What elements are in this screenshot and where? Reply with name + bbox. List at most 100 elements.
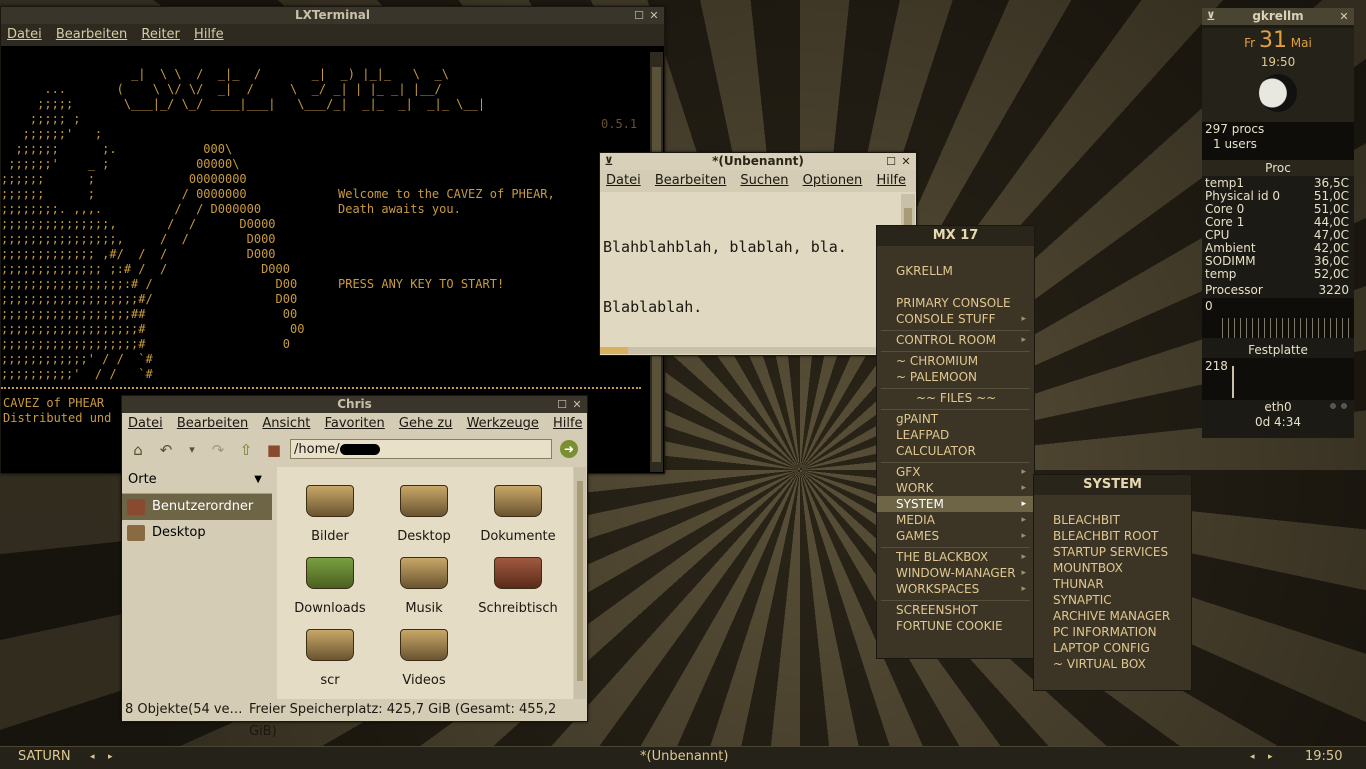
folder-downloads[interactable]: Downloads	[283, 557, 377, 616]
workspace-name[interactable]: SATURN	[18, 747, 71, 767]
folder-bilder[interactable]: Bilder	[283, 485, 377, 544]
menu-item-chromium[interactable]: ~ CHROMIUM	[877, 353, 1034, 369]
go-arrow-icon[interactable]: ➜	[560, 440, 578, 458]
menu-separator	[881, 547, 1030, 548]
leafpad-titlebar[interactable]: ⊻ *(Unbenannt) ☐ ✕	[600, 153, 916, 170]
menu-datei[interactable]: Datei	[128, 416, 163, 431]
submenu-bleachbit-root[interactable]: BLEACHBIT ROOT	[1034, 528, 1191, 544]
maximize-icon[interactable]: ☐	[884, 153, 898, 170]
menu-ansicht[interactable]: Ansicht	[262, 416, 310, 431]
gk-proc-graph: 297 procs 1 users	[1202, 122, 1354, 160]
menu-hilfe[interactable]: Hilfe	[553, 416, 583, 431]
menu-bearbeiten[interactable]: Bearbeiten	[56, 27, 127, 42]
menu-item-window-manager[interactable]: WINDOW-MANAGER ▸	[877, 565, 1034, 581]
menu-datei[interactable]: Datei	[7, 27, 42, 42]
close-icon[interactable]: ✕	[647, 7, 661, 24]
submenu-virtual-box[interactable]: ~ VIRTUAL BOX	[1034, 656, 1191, 672]
submenu-pc-information[interactable]: PC INFORMATION	[1034, 624, 1191, 640]
menu-item-system[interactable]: SYSTEM ▸	[877, 496, 1034, 512]
leafpad-text-area[interactable]: Blahblahblah, blablah, bla. Blablablah. …	[600, 194, 900, 347]
menu-bearbeiten[interactable]: Bearbeiten	[655, 173, 726, 188]
submenu-bleachbit[interactable]: BLEACHBIT	[1034, 512, 1191, 528]
menu-hilfe[interactable]: Hilfe	[876, 173, 906, 188]
submenu-laptop-config[interactable]: LAPTOP CONFIG	[1034, 640, 1191, 656]
menu-optionen[interactable]: Optionen	[803, 173, 863, 188]
menu-item-palemoon[interactable]: ~ PALEMOON	[877, 369, 1034, 385]
gk-cpu-graph: 0	[1202, 298, 1354, 338]
window-menu-icon[interactable]: ⊻	[1204, 8, 1218, 25]
submenu-thunar[interactable]: THUNAR	[1034, 576, 1191, 592]
close-icon[interactable]: ✕	[570, 396, 584, 413]
address-bar[interactable]: /home/	[290, 439, 552, 459]
submenu-mountbox[interactable]: MOUNTBOX	[1034, 560, 1191, 576]
menu-item-blackbox[interactable]: THE BLACKBOX ▸	[877, 549, 1034, 565]
menu-item-gfx[interactable]: GFX ▸	[877, 464, 1034, 480]
folder-musik[interactable]: Musik	[377, 557, 471, 616]
terminal-titlebar[interactable]: LXTerminal ☐ ✕	[1, 7, 664, 24]
leafpad-window[interactable]: ⊻ *(Unbenannt) ☐ ✕ Datei Bearbeiten Such…	[599, 152, 917, 356]
menu-item-games[interactable]: GAMES ▸	[877, 528, 1034, 544]
menu-item-screenshot[interactable]: SCREENSHOT	[877, 602, 1034, 618]
submenu-startup-services[interactable]: STARTUP SERVICES	[1034, 544, 1191, 560]
menu-suchen[interactable]: Suchen	[740, 173, 788, 188]
up-arrow-icon[interactable]: ⇧	[236, 440, 256, 460]
forward-arrow-icon[interactable]: ↷	[208, 440, 228, 460]
menu-datei[interactable]: Datei	[606, 173, 641, 188]
maximize-icon[interactable]: ☐	[632, 7, 646, 24]
menu-item-primary-console[interactable]: PRIMARY CONSOLE	[877, 295, 1034, 311]
menu-item-console-stuff[interactable]: CONSOLE STUFF ▸	[877, 311, 1034, 327]
place-benutzerordner[interactable]: Benutzerordner	[122, 494, 272, 520]
menu-item-media[interactable]: MEDIA ▸	[877, 512, 1034, 528]
menu-bearbeiten[interactable]: Bearbeiten	[177, 416, 248, 431]
workspace-next-icon[interactable]: ▸	[108, 747, 113, 767]
folder-scr[interactable]: scr	[283, 629, 377, 688]
submenu-arrow-icon: ▸	[1021, 568, 1026, 578]
close-icon[interactable]: ✕	[1337, 8, 1351, 25]
place-desktop[interactable]: Desktop	[122, 520, 272, 546]
menu-hilfe[interactable]: Hilfe	[194, 27, 224, 42]
leafpad-hscroll[interactable]	[600, 347, 900, 354]
maximize-icon[interactable]: ☐	[555, 396, 569, 413]
gkrellm-titlebar[interactable]: ⊻ gkrellm ✕	[1202, 8, 1354, 25]
submenu-arrow-icon: ▸	[1021, 552, 1026, 562]
window-prev-icon[interactable]: ◂	[1250, 747, 1255, 767]
submenu-archive-manager[interactable]: ARCHIVE MANAGER	[1034, 608, 1191, 624]
taskbar-active-window[interactable]: *(Unbenannt)	[640, 747, 728, 767]
menu-item-label: WORKSPACES	[896, 582, 980, 596]
new-tab-icon[interactable]: ⌂	[128, 440, 148, 460]
menu-item-gpaint[interactable]: gPAINT	[877, 411, 1034, 427]
menu-item-leafpad[interactable]: LEAFPAD	[877, 427, 1034, 443]
filemanager-titlebar[interactable]: Chris ☐ ✕	[122, 396, 587, 413]
fm-scrollbar[interactable]	[574, 467, 586, 700]
taskbar-clock: 19:50	[1305, 749, 1343, 764]
folder-dokumente[interactable]: Dokumente	[471, 485, 565, 544]
folder-desktop[interactable]: Desktop	[377, 485, 471, 544]
menu-item-workspaces[interactable]: WORKSPACES ▸	[877, 581, 1034, 597]
menu-item-gkrellm[interactable]: GKRELLM	[877, 263, 1034, 279]
window-menu-icon[interactable]: ⊻	[602, 153, 616, 170]
menu-item-fortune-cookie[interactable]: FORTUNE COOKIE	[877, 618, 1034, 634]
submenu-synaptic[interactable]: SYNAPTIC	[1034, 592, 1191, 608]
folder-videos[interactable]: Videos	[377, 629, 471, 688]
menu-favoriten[interactable]: Favoriten	[325, 416, 385, 431]
places-header[interactable]: Orte ▼	[122, 467, 272, 494]
leafpad-hscroll-thumb[interactable]	[600, 347, 628, 354]
file-icon-view[interactable]: Bilder Desktop Dokumente Downloads Musik…	[277, 467, 573, 700]
home-folder-icon[interactable]: ■	[264, 440, 284, 460]
back-arrow-icon[interactable]: ↶	[156, 440, 176, 460]
menu-werkzeuge[interactable]: Werkzeuge	[467, 416, 539, 431]
gk-users: 1 users	[1213, 137, 1257, 151]
menu-item-work[interactable]: WORK ▸	[877, 480, 1034, 496]
fm-scroll-thumb[interactable]	[577, 481, 583, 681]
menu-item-label: PRIMARY CONSOLE	[896, 296, 1011, 310]
filemanager-window[interactable]: Chris ☐ ✕ Datei Bearbeiten Ansicht Favor…	[121, 395, 588, 739]
menu-item-control-room[interactable]: CONTROL ROOM ▸	[877, 332, 1034, 348]
menu-reiter[interactable]: Reiter	[141, 27, 180, 42]
close-icon[interactable]: ✕	[899, 153, 913, 170]
folder-schreibtisch[interactable]: Schreibtisch	[471, 557, 565, 616]
menu-gehe-zu[interactable]: Gehe zu	[399, 416, 453, 431]
workspace-prev-icon[interactable]: ◂	[90, 747, 95, 767]
window-next-icon[interactable]: ▸	[1268, 747, 1273, 767]
history-dropdown-icon[interactable]: ▾	[182, 440, 202, 460]
menu-item-calculator[interactable]: CALCULATOR	[877, 443, 1034, 459]
